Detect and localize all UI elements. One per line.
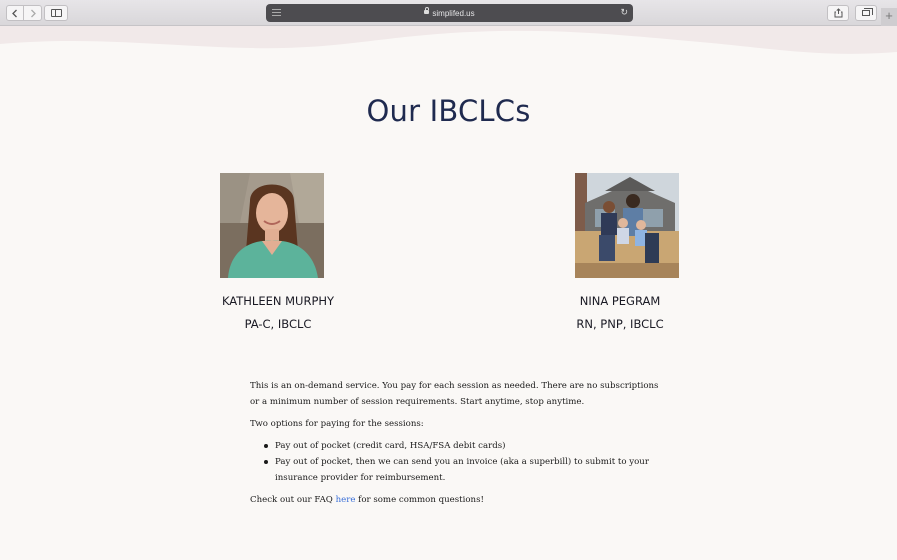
- faq-suffix: for some common questions!: [355, 495, 484, 505]
- back-button[interactable]: [6, 5, 24, 21]
- chevron-left-icon: [12, 9, 17, 17]
- forward-button[interactable]: [24, 5, 42, 21]
- sidebar-icon: [50, 9, 62, 17]
- consultant-credentials: RN, PNP, IBCLC: [576, 317, 664, 331]
- url-text: simplifed.us: [432, 8, 475, 18]
- chevron-right-icon: [30, 9, 36, 17]
- nav-buttons: [6, 5, 42, 21]
- page-title: Our IBCLCs: [366, 94, 531, 128]
- reader-icon[interactable]: [272, 9, 281, 16]
- share-icon: [834, 8, 842, 18]
- tabs-icon: [862, 8, 873, 16]
- consultant-photo-kathleen: [220, 173, 324, 278]
- consultant-name: KATHLEEN MURPHY: [221, 294, 335, 308]
- reload-icon[interactable]: ↻: [620, 7, 628, 18]
- faq-link[interactable]: here: [336, 495, 356, 505]
- list-item: Pay out of pocket (credit card, HSA/FSA …: [250, 438, 670, 454]
- consultant-name: NINA PEGRAM: [579, 294, 661, 308]
- payment-options-list: Pay out of pocket (credit card, HSA/FSA …: [250, 438, 670, 486]
- consultant-credentials: PA-C, IBCLC: [244, 317, 312, 331]
- consultant-photo-nina: [575, 173, 679, 278]
- list-item: Pay out of pocket, then we can send you …: [250, 454, 670, 486]
- header-wave: [0, 26, 897, 54]
- sidebar-toggle-button[interactable]: [44, 5, 68, 21]
- service-info: This is an on-demand service. You pay fo…: [250, 378, 670, 514]
- browser-toolbar: simplifed.us ↻ +: [0, 0, 897, 26]
- service-intro: This is an on-demand service. You pay fo…: [250, 381, 659, 407]
- consultant-nina: NINA PEGRAM RN, PNP, IBCLC: [520, 290, 720, 336]
- share-button[interactable]: [827, 5, 849, 21]
- address-bar[interactable]: simplifed.us ↻: [266, 4, 633, 22]
- new-tab-button[interactable]: +: [881, 8, 897, 26]
- faq-note: Check out our FAQ here for some common q…: [250, 492, 670, 508]
- lock-icon: [424, 7, 430, 14]
- payment-options-heading: Two options for paying for the sessions:: [250, 419, 424, 429]
- tab-overview-button[interactable]: [855, 5, 877, 21]
- consultant-kathleen: KATHLEEN MURPHY PA-C, IBCLC: [178, 290, 378, 336]
- faq-prefix: Check out our FAQ: [250, 495, 336, 505]
